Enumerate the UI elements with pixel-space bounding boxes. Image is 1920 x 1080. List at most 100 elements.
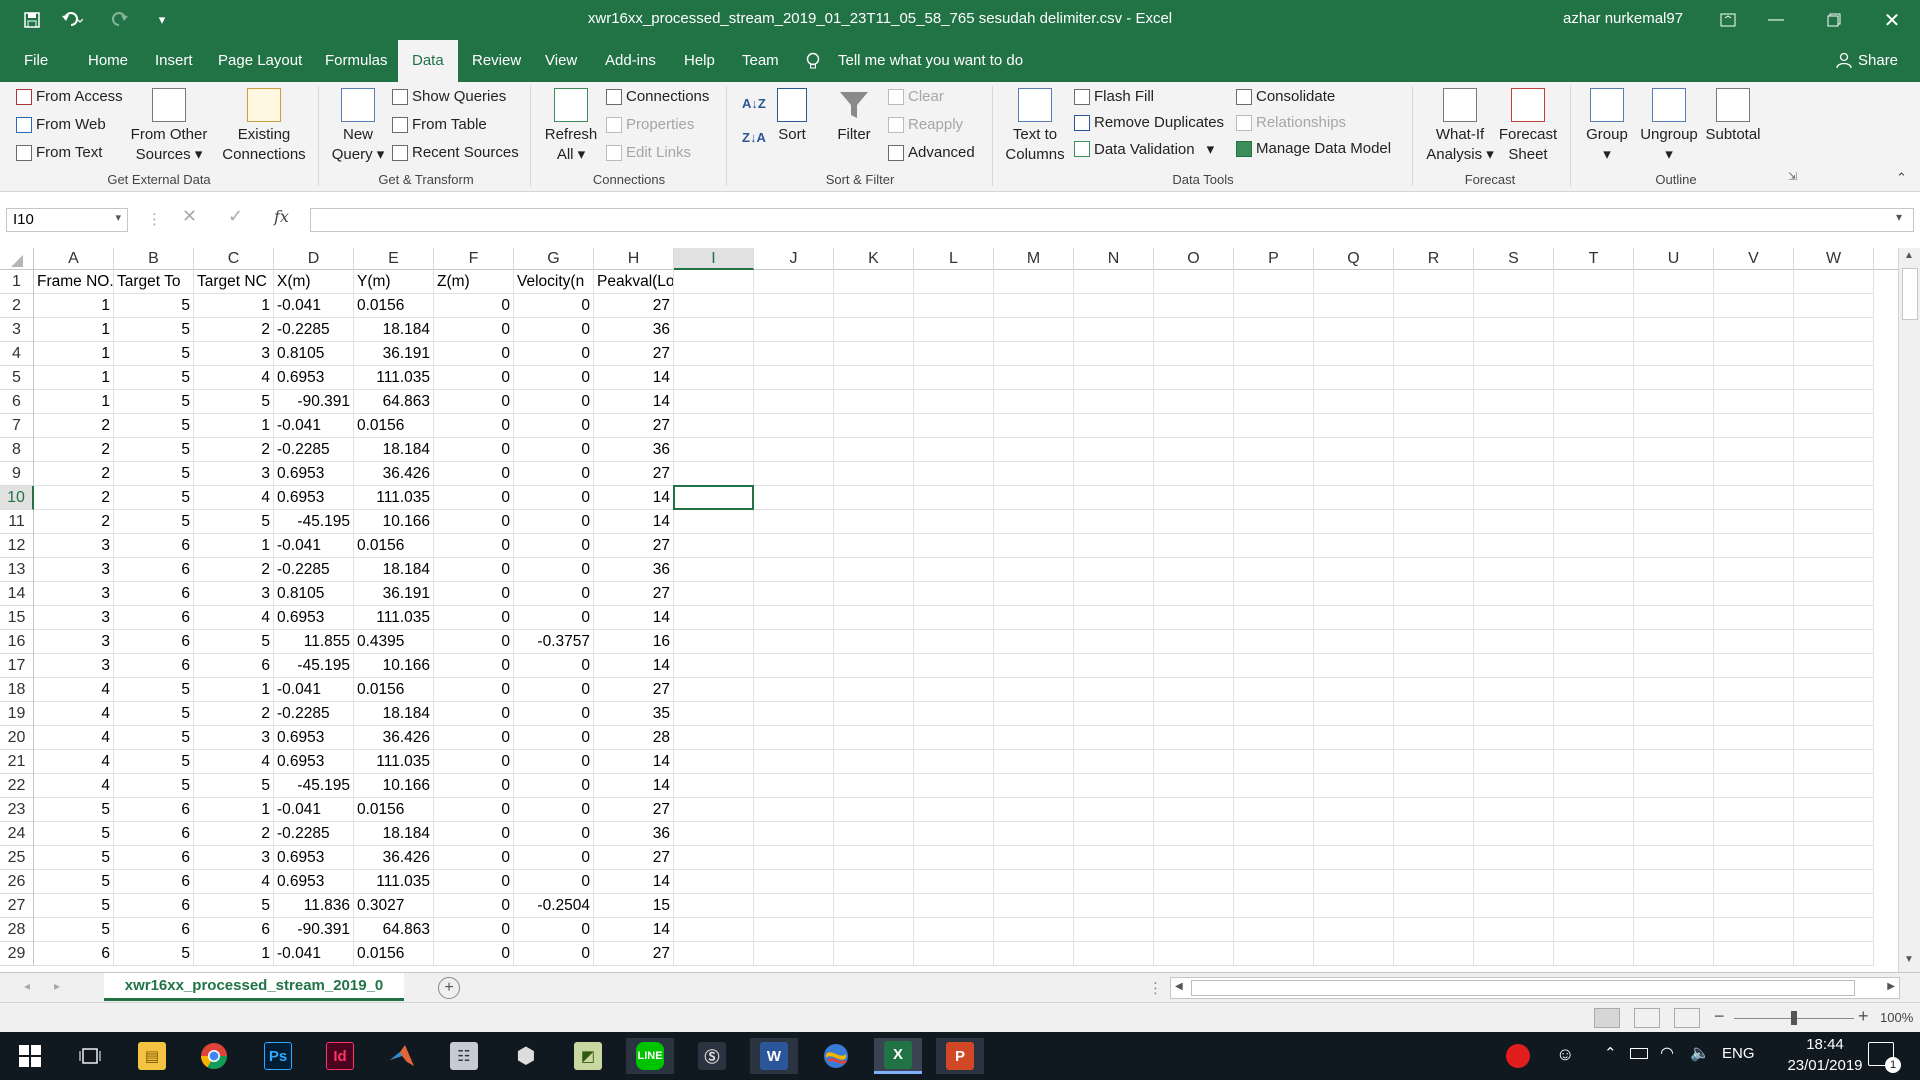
table-cell[interactable]: [1234, 342, 1314, 366]
table-cell[interactable]: [994, 726, 1074, 750]
table-cell[interactable]: [914, 510, 994, 534]
table-cell[interactable]: 0: [514, 654, 594, 678]
column-header[interactable]: O: [1154, 248, 1234, 270]
tab-file[interactable]: File: [24, 40, 48, 82]
table-cell[interactable]: [994, 942, 1074, 966]
excel-icon[interactable]: X: [874, 1038, 922, 1074]
table-cell[interactable]: [1314, 726, 1394, 750]
table-cell[interactable]: 0: [434, 510, 514, 534]
table-cell[interactable]: 28: [594, 726, 674, 750]
table-cell[interactable]: [1154, 726, 1234, 750]
table-cell[interactable]: [1394, 438, 1474, 462]
row-header[interactable]: 4: [0, 342, 34, 366]
table-cell[interactable]: 0: [434, 366, 514, 390]
outline-dialog-launcher-icon[interactable]: ⇲: [1788, 170, 1797, 183]
table-cell[interactable]: [1634, 318, 1714, 342]
table-cell[interactable]: [914, 678, 994, 702]
table-cell[interactable]: 3: [34, 606, 114, 630]
table-cell[interactable]: [914, 486, 994, 510]
table-cell[interactable]: 6: [194, 654, 274, 678]
table-cell[interactable]: [1714, 798, 1794, 822]
table-cell[interactable]: [994, 654, 1074, 678]
table-cell[interactable]: [914, 558, 994, 582]
table-cell[interactable]: [754, 486, 834, 510]
header-cell[interactable]: Z(m): [434, 270, 514, 294]
table-cell[interactable]: [1154, 678, 1234, 702]
table-cell[interactable]: [1394, 510, 1474, 534]
table-cell[interactable]: 0.6953: [274, 366, 354, 390]
table-cell[interactable]: 6: [114, 870, 194, 894]
table-cell[interactable]: [1314, 630, 1394, 654]
table-cell[interactable]: 2: [194, 822, 274, 846]
table-cell[interactable]: [914, 750, 994, 774]
table-cell[interactable]: [1474, 318, 1554, 342]
table-cell[interactable]: [1394, 414, 1474, 438]
windows-start-icon[interactable]: [6, 1038, 54, 1074]
app-globe-icon[interactable]: [812, 1038, 860, 1074]
table-cell[interactable]: [1314, 918, 1394, 942]
table-cell[interactable]: [1074, 702, 1154, 726]
table-cell[interactable]: 0: [434, 918, 514, 942]
table-cell[interactable]: [994, 366, 1074, 390]
task-view-icon[interactable]: [66, 1038, 114, 1074]
table-cell[interactable]: [1794, 462, 1874, 486]
table-cell[interactable]: [1154, 294, 1234, 318]
table-cell[interactable]: 0: [434, 894, 514, 918]
table-cell[interactable]: [754, 630, 834, 654]
header-cell[interactable]: [674, 270, 754, 294]
table-cell[interactable]: 3: [34, 582, 114, 606]
table-cell[interactable]: 1: [34, 366, 114, 390]
table-cell[interactable]: 15: [594, 894, 674, 918]
table-cell[interactable]: 14: [594, 870, 674, 894]
table-cell[interactable]: [1794, 510, 1874, 534]
table-cell[interactable]: -0.041: [274, 294, 354, 318]
table-cell[interactable]: 16: [594, 630, 674, 654]
table-cell[interactable]: [1314, 822, 1394, 846]
table-cell[interactable]: 0: [434, 942, 514, 966]
table-cell[interactable]: 0: [514, 582, 594, 606]
table-cell[interactable]: 5: [194, 390, 274, 414]
table-cell[interactable]: [1314, 486, 1394, 510]
table-cell[interactable]: 4: [34, 726, 114, 750]
table-cell[interactable]: 11.836: [274, 894, 354, 918]
table-cell[interactable]: 0: [514, 846, 594, 870]
table-cell[interactable]: [1474, 510, 1554, 534]
header-cell[interactable]: [1314, 270, 1394, 294]
row-header[interactable]: 27: [0, 894, 34, 918]
table-cell[interactable]: 3: [194, 342, 274, 366]
table-cell[interactable]: [1794, 606, 1874, 630]
table-cell[interactable]: [1554, 918, 1634, 942]
battery-icon[interactable]: [1630, 1048, 1648, 1059]
vertical-scroll-thumb[interactable]: [1902, 268, 1918, 320]
table-cell[interactable]: [834, 942, 914, 966]
table-cell[interactable]: [1154, 870, 1234, 894]
table-cell[interactable]: [1794, 774, 1874, 798]
table-cell[interactable]: [1634, 678, 1714, 702]
table-cell[interactable]: [1554, 294, 1634, 318]
table-cell[interactable]: [834, 894, 914, 918]
table-cell[interactable]: [1394, 774, 1474, 798]
table-cell[interactable]: [1394, 318, 1474, 342]
clear-filter-button[interactable]: Clear: [888, 88, 944, 105]
table-cell[interactable]: [1234, 486, 1314, 510]
table-cell[interactable]: [1554, 822, 1634, 846]
table-cell[interactable]: 0: [514, 798, 594, 822]
table-cell[interactable]: [994, 558, 1074, 582]
table-cell[interactable]: 6: [114, 798, 194, 822]
column-header[interactable]: A: [34, 248, 114, 270]
table-cell[interactable]: [1314, 582, 1394, 606]
scroll-down-icon[interactable]: ▼: [1904, 954, 1914, 965]
header-cell[interactable]: [1714, 270, 1794, 294]
table-cell[interactable]: [674, 702, 754, 726]
table-cell[interactable]: [1154, 942, 1234, 966]
table-cell[interactable]: 5: [194, 630, 274, 654]
table-cell[interactable]: [1554, 630, 1634, 654]
table-cell[interactable]: [1714, 654, 1794, 678]
table-cell[interactable]: [674, 846, 754, 870]
table-cell[interactable]: 0.0156: [354, 798, 434, 822]
table-cell[interactable]: [1074, 654, 1154, 678]
row-header[interactable]: 13: [0, 558, 34, 582]
table-cell[interactable]: [1314, 846, 1394, 870]
table-cell[interactable]: 27: [594, 342, 674, 366]
table-cell[interactable]: [674, 726, 754, 750]
